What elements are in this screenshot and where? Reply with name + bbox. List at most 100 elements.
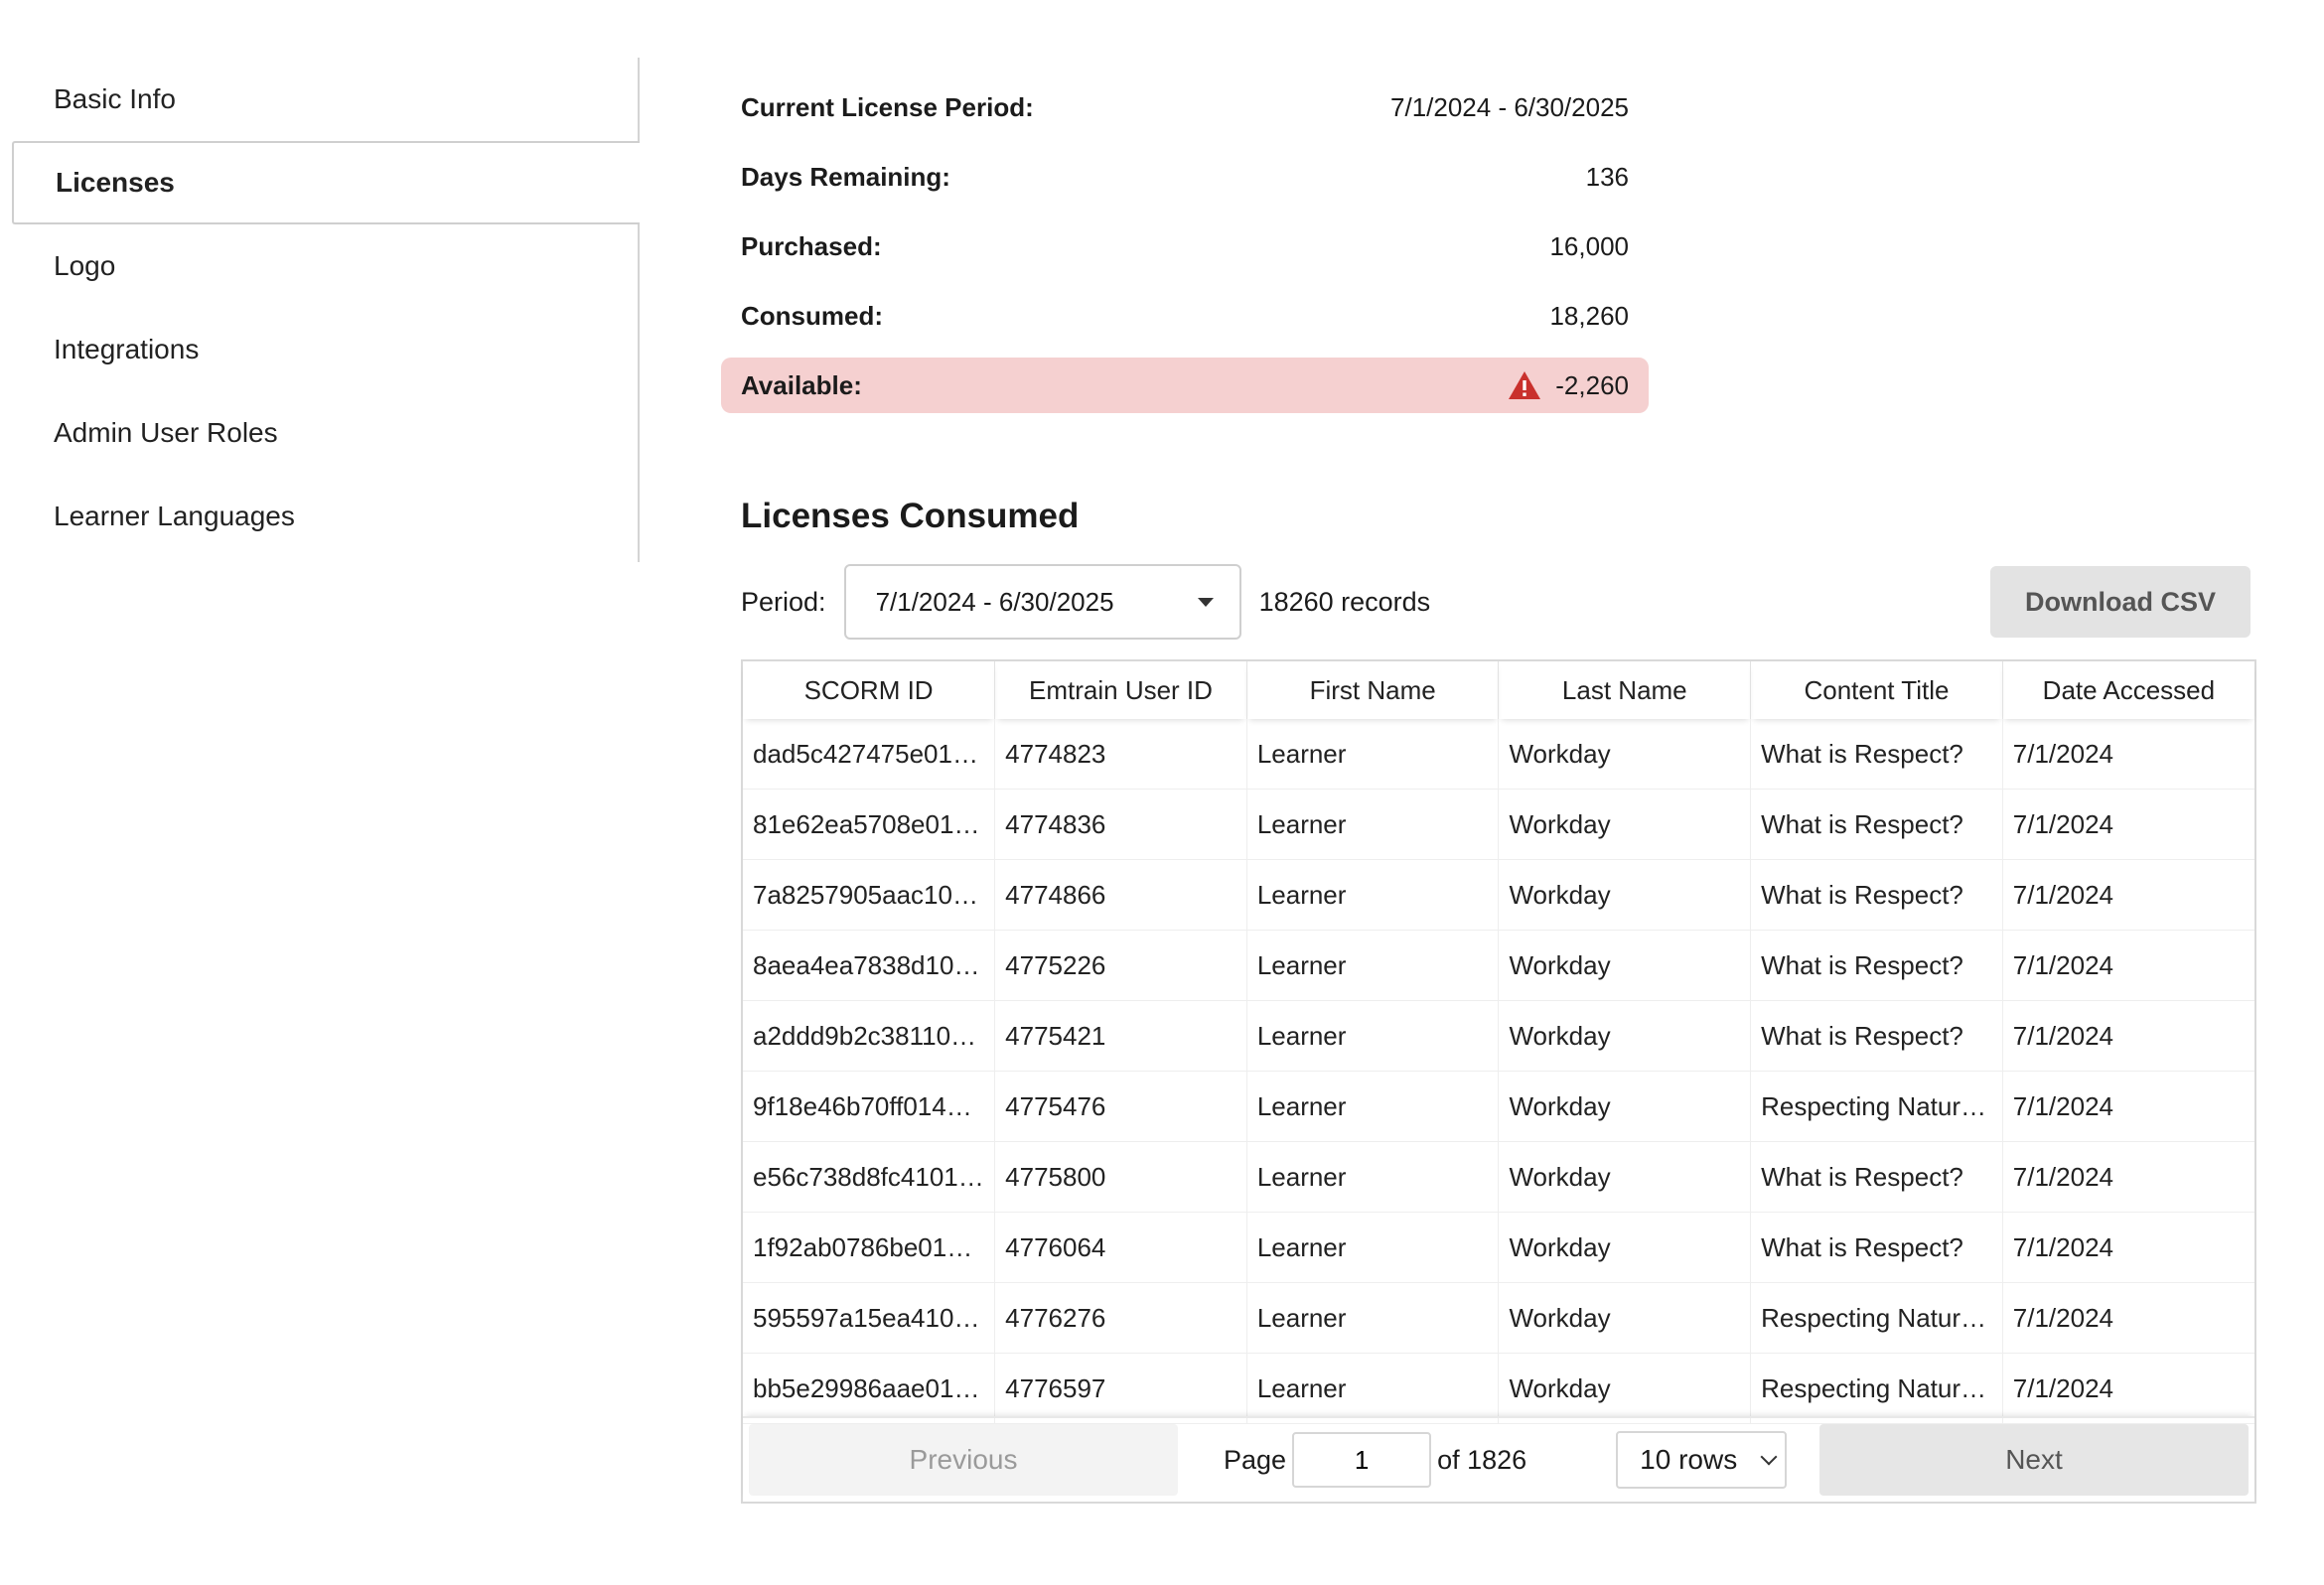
cell-scorm-id: 8aea4ea7838d10… (743, 930, 996, 1001)
cell-first-name: Learner (1246, 1282, 1500, 1354)
cell-date-accessed: 7/1/2024 (2002, 1071, 2254, 1142)
cell-last-name: Workday (1498, 1141, 1752, 1213)
summary-row-days-remaining: Days Remaining: 136 (721, 149, 1649, 205)
table-controls: Period: 7/1/2024 - 6/30/2025 18260 recor… (741, 564, 2251, 640)
cell-date-accessed: 7/1/2024 (2002, 1141, 2254, 1213)
cell-scorm-id: bb5e29986aae01… (743, 1353, 996, 1424)
settings-sidebar: Basic Info Licenses Logo Integrations Ad… (12, 58, 640, 562)
summary-label: Available: (741, 369, 862, 400)
warning-icon (1509, 371, 1541, 399)
summary-value-wrap: -2,260 (1508, 370, 1629, 401)
table-row[interactable]: a2ddd9b2c38110… 4775421 Learner Workday What… (743, 1000, 2254, 1072)
cell-last-name: Workday (1498, 719, 1752, 790)
sidebar-item-licenses[interactable]: Licenses (12, 141, 640, 224)
cell-last-name: Workday (1498, 1353, 1752, 1424)
column-header-scorm-id[interactable]: SCORM ID (743, 661, 996, 719)
period-dropdown-value: 7/1/2024 - 6/30/2025 (875, 586, 1114, 617)
table-row[interactable]: e56c738d8fc4101… 4775800 Learner Workday Wha… (743, 1141, 2254, 1213)
download-csv-button[interactable]: Download CSV (1990, 566, 2251, 638)
column-header-emtrain-user-id[interactable]: Emtrain User ID (994, 661, 1247, 719)
cell-emtrain-user-id: 4774866 (994, 859, 1247, 931)
summary-label: Days Remaining: (741, 161, 950, 192)
summary-row-period: Current License Period: 7/1/2024 - 6/30/… (721, 79, 1649, 135)
cell-emtrain-user-id: 4775226 (994, 930, 1247, 1001)
page-label: Page (1224, 1444, 1287, 1475)
period-dropdown[interactable]: 7/1/2024 - 6/30/2025 (843, 564, 1241, 640)
table-row[interactable]: 1f92ab0786be01… 4776064 Learner Workday What… (743, 1212, 2254, 1283)
section-title: Licenses Consumed (741, 497, 1080, 535)
cell-emtrain-user-id: 4775476 (994, 1071, 1247, 1142)
sidebar-item-logo[interactable]: Logo (12, 224, 638, 308)
page-number-input[interactable] (1292, 1432, 1432, 1488)
cell-first-name: Learner (1246, 1141, 1500, 1213)
cell-content-title: Respecting Natur… (1750, 1353, 2003, 1424)
column-header-content-title[interactable]: Content Title (1750, 661, 2003, 719)
chevron-down-icon (1760, 1448, 1778, 1466)
cell-content-title: What is Respect? (1750, 859, 2003, 931)
summary-value: 136 (1585, 161, 1629, 192)
sidebar-item-integrations[interactable]: Integrations (12, 308, 638, 391)
sidebar-item-basic-info[interactable]: Basic Info (12, 58, 638, 141)
cell-content-title: What is Respect? (1750, 789, 2003, 860)
cell-date-accessed: 7/1/2024 (2002, 930, 2254, 1001)
previous-button[interactable]: Previous (749, 1424, 1178, 1496)
column-header-last-name[interactable]: Last Name (1498, 661, 1752, 719)
page-indicator: Page of 1826 (1224, 1432, 1526, 1488)
cell-scorm-id: 595597a15ea410… (743, 1282, 996, 1354)
cell-first-name: Learner (1246, 930, 1500, 1001)
cell-last-name: Workday (1498, 930, 1752, 1001)
table-row[interactable]: 595597a15ea410… 4776276 Learner Workday Resp… (743, 1282, 2254, 1354)
cell-content-title: Respecting Natur… (1750, 1071, 2003, 1142)
cell-date-accessed: 7/1/2024 (2002, 1000, 2254, 1072)
cell-scorm-id: 1f92ab0786be01… (743, 1212, 996, 1283)
cell-scorm-id: e56c738d8fc4101… (743, 1141, 996, 1213)
cell-scorm-id: 81e62ea5708e01… (743, 789, 996, 860)
column-header-date-accessed[interactable]: Date Accessed (2002, 661, 2254, 719)
cell-content-title: What is Respect? (1750, 1000, 2003, 1072)
licenses-table: SCORM ID Emtrain User ID First Name Last… (741, 659, 2256, 1504)
sidebar-item-learner-languages[interactable]: Learner Languages (12, 475, 638, 558)
caret-down-icon (1197, 597, 1214, 607)
table-row[interactable]: 9f18e46b70ff014… 4775476 Learner Workday Res… (743, 1071, 2254, 1142)
table-row[interactable]: 7a8257905aac10… 4774866 Learner Workday What… (743, 859, 2254, 931)
cell-last-name: Workday (1498, 1212, 1752, 1283)
table-row[interactable]: dad5c427475e01… 4774823 Learner Workday What… (743, 719, 2254, 790)
cell-date-accessed: 7/1/2024 (2002, 719, 2254, 790)
summary-value: 18,260 (1549, 300, 1629, 331)
cell-emtrain-user-id: 4775421 (994, 1000, 1247, 1072)
table-body: dad5c427475e01… 4774823 Learner Workday What… (743, 719, 2254, 1424)
cell-first-name: Learner (1246, 859, 1500, 931)
cell-emtrain-user-id: 4776597 (994, 1353, 1247, 1424)
next-button[interactable]: Next (1819, 1424, 2249, 1496)
cell-last-name: Workday (1498, 789, 1752, 860)
sidebar-item-admin-user-roles[interactable]: Admin User Roles (12, 391, 638, 475)
cell-content-title: What is Respect? (1750, 1212, 2003, 1283)
column-header-first-name[interactable]: First Name (1246, 661, 1500, 719)
cell-first-name: Learner (1246, 1000, 1500, 1072)
available-value: -2,260 (1555, 369, 1629, 400)
rows-per-page-select[interactable]: 10 rows (1616, 1431, 1788, 1489)
cell-first-name: Learner (1246, 1071, 1500, 1142)
cell-first-name: Learner (1246, 1212, 1500, 1283)
license-summary: Current License Period: 7/1/2024 - 6/30/… (721, 79, 1649, 427)
cell-content-title: What is Respect? (1750, 1141, 2003, 1213)
cell-scorm-id: 7a8257905aac10… (743, 859, 996, 931)
cell-content-title: Respecting Natur… (1750, 1282, 2003, 1354)
table-row[interactable]: 81e62ea5708e01… 4774836 Learner Workday What… (743, 789, 2254, 860)
summary-label: Purchased: (741, 230, 882, 261)
cell-emtrain-user-id: 4776064 (994, 1212, 1247, 1283)
licenses-table-grid: SCORM ID Emtrain User ID First Name Last… (743, 661, 2254, 1424)
period-label: Period: (741, 586, 826, 617)
cell-scorm-id: dad5c427475e01… (743, 719, 996, 790)
cell-date-accessed: 7/1/2024 (2002, 1353, 2254, 1424)
table-header-row: SCORM ID Emtrain User ID First Name Last… (743, 661, 2254, 719)
cell-last-name: Workday (1498, 859, 1752, 931)
table-row[interactable]: 8aea4ea7838d10… 4775226 Learner Workday What… (743, 930, 2254, 1001)
cell-date-accessed: 7/1/2024 (2002, 1212, 2254, 1283)
records-count: 18260 records (1258, 586, 1431, 617)
cell-emtrain-user-id: 4776276 (994, 1282, 1247, 1354)
pagination: Previous Page of 1826 10 rows Next (743, 1416, 2254, 1502)
table-row[interactable]: bb5e29986aae01… 4776597 Learner Workday Resp… (743, 1353, 2254, 1424)
cell-date-accessed: 7/1/2024 (2002, 859, 2254, 931)
cell-last-name: Workday (1498, 1282, 1752, 1354)
